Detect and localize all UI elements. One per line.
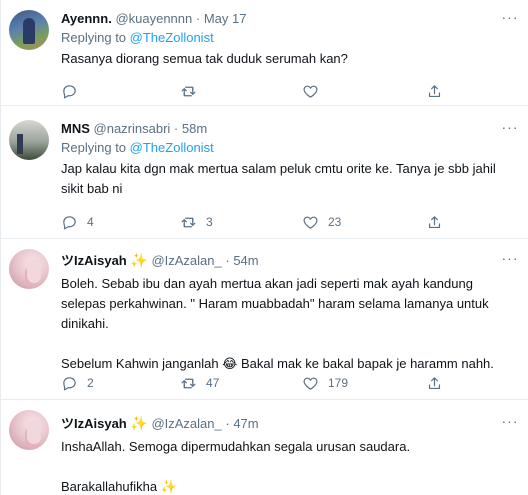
reply-button[interactable]: 4 — [61, 212, 94, 232]
like-button[interactable]: 179 — [302, 373, 348, 393]
heart-icon — [303, 85, 318, 98]
reply-icon — [63, 215, 76, 229]
avatar[interactable] — [9, 249, 49, 289]
avatar[interactable] — [9, 10, 49, 50]
retweet-button[interactable]: 3 — [180, 212, 213, 232]
display-name[interactable]: Ayennn. — [61, 11, 112, 26]
user-handle[interactable]: @IzAzalan_ — [151, 416, 221, 431]
sparkles-emoji: ✨ — [130, 252, 148, 268]
tweet-line: dinikahi. — [61, 316, 109, 331]
retweet-icon — [181, 86, 196, 96]
like-button[interactable]: 23 — [302, 212, 341, 232]
tweet-line: Sebelum Kahwin janganlah 😂 Bakal mak ke … — [61, 356, 494, 371]
replying-to: Replying to @TheZollonist — [61, 139, 519, 157]
timestamp[interactable]: 58m — [182, 121, 207, 136]
reply-button[interactable]: 2 — [61, 373, 94, 393]
tweet-header: ツIzAisyah ✨ @IzAzalan_ · 47m — [61, 414, 519, 433]
retweet-count: 3 — [206, 215, 213, 229]
share-icon — [428, 84, 441, 97]
replying-to: Replying to @TheZollonist — [61, 29, 519, 47]
like-button[interactable] — [302, 81, 328, 101]
avatar[interactable] — [9, 120, 49, 160]
reply-button[interactable] — [61, 81, 87, 101]
share-button[interactable] — [426, 212, 443, 232]
share-icon — [428, 215, 441, 228]
tweet-text: Boleh. Sebab ibu dan ayah mertua akan ja… — [61, 274, 519, 374]
tweet-text: Rasanya diorang semua tak duduk serumah … — [61, 49, 519, 69]
separator: · — [173, 121, 179, 136]
tweet-line: Rasanya diorang semua tak duduk serumah … — [61, 51, 348, 66]
sparkles-emoji: ✨ — [130, 415, 148, 431]
share-button[interactable] — [426, 373, 443, 393]
display-name[interactable]: MNS — [61, 121, 90, 136]
tweet[interactable]: ··· ツIzAisyah ✨ @IzAzalan_ · 47m InshaAl… — [1, 400, 528, 495]
reply-feed: · · · Ayennn. @kuayennnn · May 17 Replying… — [0, 0, 528, 495]
reply-count: 2 — [87, 376, 94, 390]
tweet-line: Jap kalau kita dgn mak mertua salam pelu… — [61, 161, 496, 176]
tweet-header: ツIzAisyah ✨ @IzAzalan_ · 54m — [61, 251, 519, 270]
retweet-icon — [181, 378, 196, 388]
timestamp[interactable]: 47m — [233, 416, 258, 431]
display-name[interactable]: ツIzAisyah — [61, 253, 127, 268]
tweet-header: MNS @nazrinsabri · 58m — [61, 120, 519, 138]
user-handle[interactable]: @kuayennnn — [115, 11, 192, 26]
tweet-line: Boleh. Sebab ibu dan ayah mertua akan ja… — [61, 276, 473, 291]
timestamp[interactable]: 54m — [233, 253, 258, 268]
tweet-actions — [61, 81, 451, 101]
separator: · — [195, 11, 201, 26]
display-name[interactable]: ツIzAisyah — [61, 416, 127, 431]
retweet-count: 47 — [206, 376, 220, 390]
tweet-line: selepas perkahwinan. " Haram muabbadah" … — [61, 296, 489, 311]
avatar[interactable] — [9, 410, 49, 450]
separator: · — [225, 416, 230, 431]
heart-icon — [303, 216, 318, 229]
replying-prefix: Replying to — [61, 140, 127, 155]
user-handle[interactable]: @IzAzalan_ — [151, 253, 221, 268]
user-handle[interactable]: @nazrinsabri — [94, 121, 171, 136]
retweet-icon — [181, 217, 196, 227]
tweet-line: sikit bab ni — [61, 181, 123, 196]
replying-prefix: Replying to — [61, 30, 127, 45]
tweet[interactable]: ··· MNS @nazrinsabri · 58m Replying to @… — [1, 106, 528, 239]
reply-icon — [63, 84, 76, 98]
like-count: 23 — [328, 215, 342, 229]
reply-icon — [63, 376, 76, 390]
retweet-button[interactable]: 47 — [180, 373, 219, 393]
timestamp[interactable]: May 17 — [204, 11, 247, 26]
tweet-line: Barakallahufikha ✨ — [61, 479, 177, 494]
tweet-header: Ayennn. @kuayennnn · May 17 — [61, 10, 519, 28]
share-button[interactable] — [426, 81, 443, 101]
like-count: 179 — [328, 376, 349, 390]
tweet[interactable]: ··· ツIzAisyah ✨ @IzAzalan_ · 54m Boleh. … — [1, 239, 528, 400]
replying-to-handle[interactable]: @TheZollonist — [130, 30, 214, 45]
tweet-line: InshaAllah. Semoga dipermudahkan segala … — [61, 439, 411, 454]
tweet-text: Jap kalau kita dgn mak mertua salam pelu… — [61, 159, 519, 199]
tweet-text: InshaAllah. Semoga dipermudahkan segala … — [61, 437, 519, 495]
replying-to-handle[interactable]: @TheZollonist — [130, 140, 214, 155]
share-icon — [428, 376, 441, 389]
tweet-actions: 4 3 23 — [61, 212, 451, 232]
heart-icon — [303, 377, 318, 390]
tweet[interactable]: ··· Ayennn. @kuayennnn · May 17 Replying… — [1, 0, 528, 106]
reply-count: 4 — [87, 215, 94, 229]
separator: · — [225, 253, 230, 268]
tweet-actions: 2 47 179 — [61, 373, 451, 393]
retweet-button[interactable] — [180, 81, 206, 101]
